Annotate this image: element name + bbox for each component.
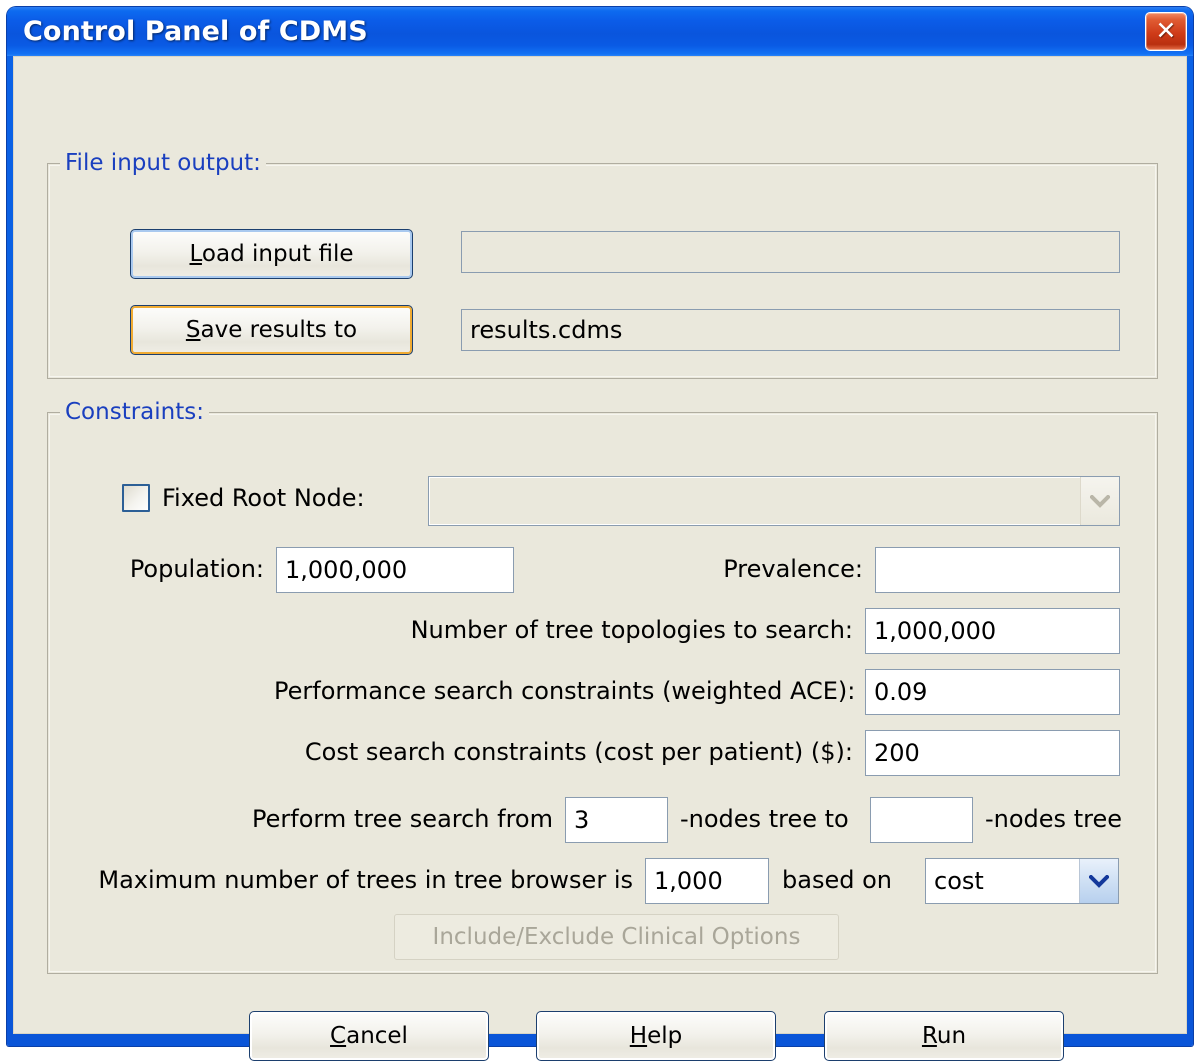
input-file-path-field[interactable] — [461, 231, 1120, 273]
run-button-mnemonic: R — [921, 1023, 937, 1049]
tree-search-from-label: Perform tree search from — [252, 805, 553, 833]
load-input-file-button[interactable]: Load input file — [130, 229, 413, 279]
run-button[interactable]: Run — [824, 1011, 1064, 1061]
nodes-tree-end-label: -nodes tree — [985, 805, 1122, 833]
dialog-client-area: File input output: Load input file Save … — [13, 56, 1187, 1061]
include-exclude-clinical-options-button: Include/Exclude Clinical Options — [394, 914, 839, 960]
close-button[interactable]: ✕ — [1145, 12, 1187, 51]
window-title: Control Panel of CDMS — [23, 16, 368, 47]
max-trees-label: Maximum number of trees in tree browser … — [98, 866, 633, 894]
cost-search-label: Cost search constraints (cost per patien… — [304, 738, 853, 766]
tree-search-from-input[interactable]: 3 — [565, 797, 668, 843]
fixed-root-node-label: Fixed Root Node: — [162, 484, 365, 512]
chevron-down-icon — [1080, 477, 1119, 525]
load-button-mnemonic: L — [189, 241, 202, 267]
dialog-window: Control Panel of CDMS ✕ File input outpu… — [7, 7, 1193, 1061]
fixed-root-node-dropdown[interactable] — [428, 476, 1120, 526]
tree-search-to-input[interactable] — [870, 797, 973, 843]
help-button[interactable]: Help — [536, 1011, 776, 1061]
load-button-label: oad input file — [201, 241, 354, 267]
run-button-label: un — [936, 1023, 967, 1049]
fixed-root-node-checkbox[interactable]: Fixed Root Node: — [122, 484, 365, 512]
tree-topologies-label: Number of tree topologies to search: — [410, 616, 853, 644]
population-label: Population: — [129, 555, 264, 583]
checkbox-icon — [122, 484, 150, 512]
cancel-button[interactable]: Cancel — [249, 1011, 489, 1061]
cancel-button-label: ancel — [346, 1023, 408, 1049]
group-legend-constraints: Constraints: — [60, 399, 209, 425]
nodes-tree-to-label: -nodes tree to — [680, 805, 849, 833]
save-button-mnemonic: S — [185, 317, 201, 343]
based-on-dropdown-value: cost — [934, 867, 984, 895]
chevron-down-icon — [1079, 859, 1118, 903]
close-icon: ✕ — [1155, 16, 1177, 45]
based-on-label: based on — [782, 866, 892, 894]
cost-search-input[interactable]: 200 — [865, 730, 1120, 776]
based-on-dropdown[interactable]: cost — [925, 858, 1119, 904]
save-button-label: ave results to — [200, 317, 358, 343]
output-file-path-field[interactable]: results.cdms — [461, 309, 1120, 351]
max-trees-input[interactable]: 1,000 — [645, 858, 769, 904]
help-button-mnemonic: H — [629, 1023, 648, 1049]
group-legend-file-io: File input output: — [60, 150, 266, 176]
tree-topologies-input[interactable]: 1,000,000 — [865, 608, 1120, 654]
performance-search-label: Performance search constraints (weighted… — [274, 677, 856, 705]
performance-search-input[interactable]: 0.09 — [865, 669, 1120, 715]
save-results-to-button[interactable]: Save results to — [130, 305, 413, 355]
prevalence-input[interactable] — [875, 547, 1120, 593]
population-input[interactable]: 1,000,000 — [276, 547, 514, 593]
title-bar: Control Panel of CDMS ✕ — [7, 7, 1193, 56]
prevalence-label: Prevalence: — [723, 555, 863, 583]
help-button-label: elp — [647, 1023, 683, 1049]
cancel-button-mnemonic: C — [330, 1023, 347, 1049]
